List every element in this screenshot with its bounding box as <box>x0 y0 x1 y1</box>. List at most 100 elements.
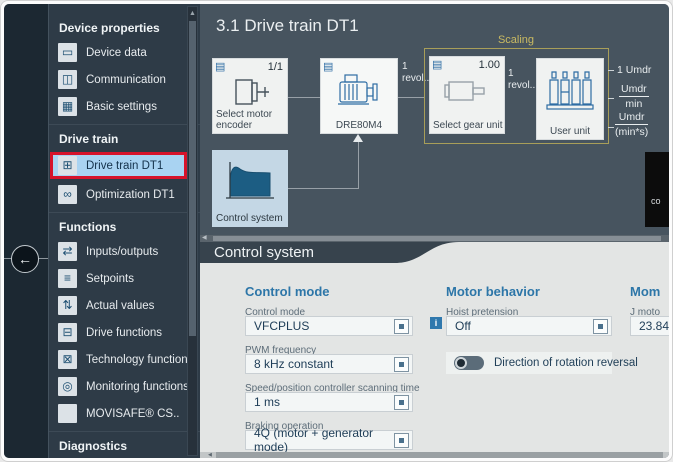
panel-title: Control system <box>214 244 314 261</box>
sidebar: Device properties ▭ Device data ◫ Commun… <box>48 4 200 458</box>
sidebar-item-movisafe[interactable]: MOVISAFE® CS.. <box>49 400 200 427</box>
motor-label: DRE80M4 <box>320 120 398 131</box>
sidebar-item-label: Communication <box>86 74 166 86</box>
field-value: VFCPLUS <box>254 319 309 333</box>
sidebar-item-inputs-outputs[interactable]: ⇄ Inputs/outputs <box>49 238 200 265</box>
sidebar-section-device-properties: Device properties <box>49 14 200 39</box>
dropdown-list-icon <box>394 433 409 448</box>
sidebar-item-drive-train-dt1[interactable]: ⊞ Drive train DT1 <box>50 152 187 179</box>
field-value: 8 kHz constant <box>254 357 333 371</box>
setpoints-icon: ≡ <box>58 269 77 288</box>
sidebar-section-drive-train: Drive train <box>49 124 200 150</box>
field-value: Off <box>455 319 471 333</box>
back-button[interactable]: ← <box>11 245 39 273</box>
motor-card[interactable]: ▤ DRE80M4 <box>320 58 398 134</box>
sidebar-item-setpoints[interactable]: ≡ Setpoints <box>49 265 200 292</box>
unit-tick <box>608 127 614 128</box>
main-area: 3.1 Drive train DT1 ▤ 1/1 Select motor e… <box>200 4 669 458</box>
control-system-panel: Control mode Control mode VFCPLUS PWM fr… <box>200 263 669 458</box>
sidebar-section-functions: Functions <box>49 212 200 238</box>
device-data-icon: ▭ <box>58 43 77 62</box>
toggle-label: Direction of rotation reversal <box>494 357 638 369</box>
optimization-icon: ∞ <box>58 185 77 204</box>
section-moment-of-inertia: Mom <box>630 284 660 299</box>
sidebar-item-label: Drive functions <box>86 327 162 339</box>
direction-of-rotation-toggle[interactable]: Direction of rotation reversal <box>446 352 612 374</box>
sidebar-item-technology-functions[interactable]: ⊠ Technology functions <box>49 346 200 373</box>
j-motor-field[interactable]: 23.84 <box>630 316 669 336</box>
dropdown-list-icon <box>593 319 608 334</box>
unit-umdr-per-min: Umdrmin <box>619 83 649 110</box>
panel-horizontal-scrollbar[interactable]: ◀ <box>200 452 669 458</box>
select-motor-encoder-card[interactable]: ▤ 1/1 Select motor encoder <box>212 58 288 134</box>
toggle-off-icon[interactable] <box>454 356 484 370</box>
scrollbar-thumb[interactable] <box>213 236 661 241</box>
parameter-list-icon: ▤ <box>432 58 442 71</box>
sidebar-item-optimization-dt1[interactable]: ∞ Optimization DT1 <box>49 181 200 208</box>
sidebar-item-actual-values[interactable]: ⇅ Actual values <box>49 292 200 319</box>
dropdown-list-icon <box>394 395 409 410</box>
sidebar-item-monitoring-functions[interactable]: ◎ Monitoring functions <box>49 373 200 400</box>
field-value: 1 ms <box>254 395 280 409</box>
sidebar-item-status[interactable]: ∿ Status <box>49 457 200 458</box>
communication-icon: ◫ <box>58 70 77 89</box>
card-label: Select motor encoder <box>216 109 272 131</box>
connector-encoder-motor <box>288 97 320 98</box>
braking-operation-select[interactable]: 4Q (motor + generator mode) <box>245 430 413 450</box>
side-panel-tab[interactable]: co <box>645 152 669 227</box>
section-motor-behavior: Motor behavior <box>446 284 540 299</box>
monitoring-functions-icon: ◎ <box>58 377 77 396</box>
gear-ratio: 1.00 <box>479 59 500 71</box>
drive-train-icon: ⊞ <box>58 156 77 175</box>
app-frame: ← Device properties ▭ Device data ◫ Comm… <box>4 4 669 458</box>
diagram-horizontal-scrollbar[interactable]: ◀ <box>200 235 669 242</box>
sidebar-item-label: Actual values <box>86 300 154 312</box>
sidebar-item-basic-settings[interactable]: ▦ Basic settings <box>49 93 200 120</box>
header-swoosh <box>395 242 669 263</box>
hoist-pretension-select[interactable]: Off <box>446 316 612 336</box>
parameter-list-icon: ▤ <box>215 60 225 73</box>
info-icon[interactable]: i <box>430 317 442 329</box>
card-label: User unit <box>536 126 604 137</box>
sidebar-item-drive-functions[interactable]: ⊟ Drive functions <box>49 319 200 346</box>
actual-values-icon: ⇅ <box>58 296 77 315</box>
sidebar-item-label: Monitoring functions <box>86 381 189 393</box>
sidebar-item-label: Device data <box>86 47 147 59</box>
field-value: 4Q (motor + generator mode) <box>254 426 394 454</box>
unit-umdr-per-min-s: Umdr(min*s) <box>615 111 648 138</box>
scroll-up-icon[interactable]: ▲ <box>188 8 197 19</box>
drive-functions-icon: ⊟ <box>58 323 77 342</box>
control-system-card[interactable]: Control system <box>212 150 288 227</box>
scanning-time-select[interactable]: 1 ms <box>245 392 413 412</box>
unit-tick <box>608 70 614 71</box>
connector-motor-scaling <box>398 97 424 98</box>
scroll-left-icon[interactable]: ◀ <box>202 235 207 242</box>
sidebar-item-label: Drive train DT1 <box>86 160 163 172</box>
technology-functions-icon: ⊠ <box>58 350 77 369</box>
control-curve-icon <box>222 158 278 204</box>
sidebar-item-communication[interactable]: ◫ Communication <box>49 66 200 93</box>
scrollbar-thumb[interactable] <box>216 452 663 458</box>
page-title: 3.1 Drive train DT1 <box>216 16 359 36</box>
sidebar-item-label: MOVISAFE® CS.. <box>86 408 179 420</box>
sidebar-scrollbar-thumb[interactable] <box>189 21 196 336</box>
sidebar-scrollbar[interactable]: ▲ <box>187 6 198 456</box>
pwm-frequency-select[interactable]: 8 kHz constant <box>245 354 413 374</box>
app-window: ← Device properties ▭ Device data ◫ Comm… <box>0 0 673 462</box>
movisafe-shield-icon <box>58 404 77 423</box>
card-label: Select gear unit <box>433 120 503 131</box>
dropdown-list-icon <box>394 357 409 372</box>
scroll-left-icon[interactable]: ◀ <box>208 452 212 458</box>
unit-tick <box>608 98 614 99</box>
user-unit-card[interactable]: User unit <box>536 58 604 140</box>
motor-icon <box>331 70 387 112</box>
inputs-outputs-icon: ⇄ <box>58 242 77 261</box>
link-revolutions-label: 1revol... <box>508 68 538 92</box>
sidebar-item-device-data[interactable]: ▭ Device data <box>49 39 200 66</box>
select-gear-unit-card[interactable]: ▤ 1.00 Select gear unit <box>429 56 505 134</box>
connector-arrow-icon <box>353 134 363 142</box>
control-mode-select[interactable]: VFCPLUS <box>245 316 413 336</box>
basic-settings-icon: ▦ <box>58 97 77 116</box>
dropdown-list-icon <box>394 319 409 334</box>
side-panel-tab-label: co <box>651 196 661 206</box>
